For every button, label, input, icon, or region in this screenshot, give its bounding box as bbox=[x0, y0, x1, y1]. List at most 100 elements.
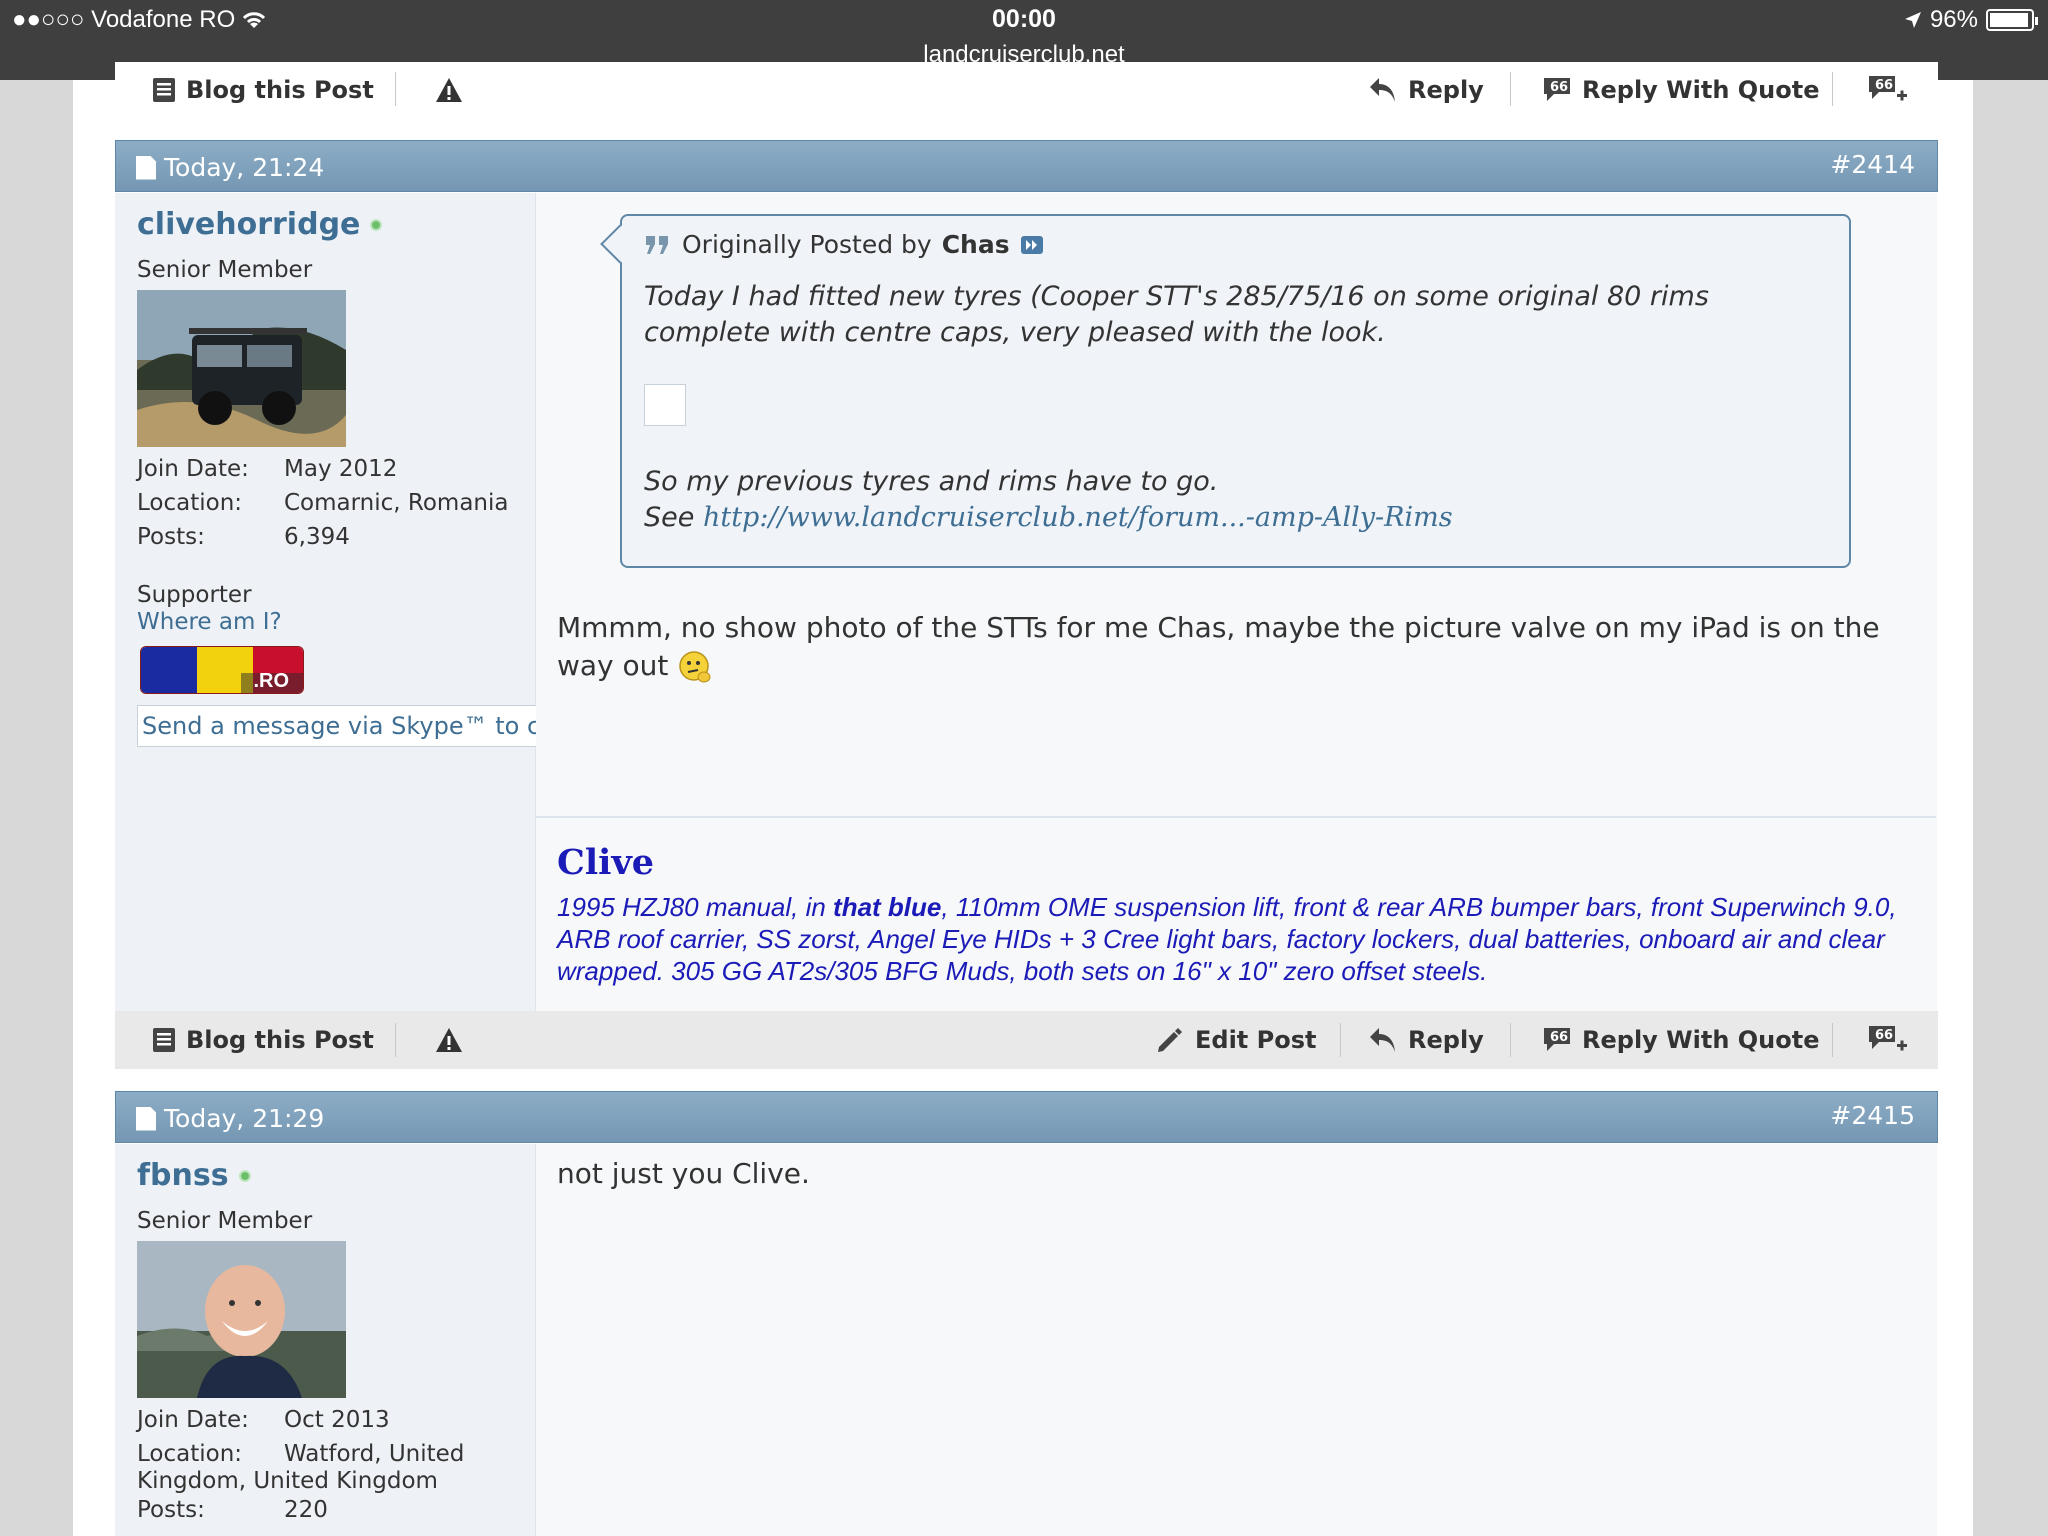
quote-line-3: So my previous tyres and rims have to go… bbox=[644, 466, 1219, 497]
quote-marks-icon bbox=[646, 235, 668, 254]
username-link[interactable]: fbnss bbox=[137, 1158, 251, 1193]
thinking-smiley-icon bbox=[679, 651, 711, 683]
location-value: Comarnic, Romania bbox=[284, 490, 509, 516]
supporter-label: Supporter bbox=[137, 582, 252, 608]
multi-quote-icon: 66 bbox=[1869, 1026, 1907, 1051]
username-text: clivehorridge bbox=[137, 207, 361, 242]
blog-post-label: Blog this Post bbox=[186, 76, 374, 104]
join-date-value: Oct 2013 bbox=[284, 1407, 390, 1433]
warning-icon bbox=[436, 78, 462, 102]
join-date-value: May 2012 bbox=[284, 456, 398, 482]
reply-with-quote-button[interactable]: 66 Reply With Quote bbox=[1542, 1011, 1820, 1069]
quote-see-label: See bbox=[644, 502, 695, 533]
reply-icon bbox=[1370, 78, 1395, 102]
reply-label: Reply bbox=[1408, 76, 1484, 104]
post-message: Mmmm, no show photo of the STTs for me C… bbox=[557, 609, 1937, 685]
quote-text-1: Today I had fitted new tyres (Cooper STT… bbox=[644, 279, 1834, 351]
multi-quote-icon: 66 bbox=[1869, 76, 1907, 101]
blog-icon bbox=[153, 78, 175, 102]
battery-percent: 96% bbox=[1929, 6, 1978, 33]
post-message: not just you Clive. bbox=[557, 1157, 810, 1190]
post-content-pane bbox=[536, 1144, 1937, 1536]
reply-icon bbox=[1370, 1028, 1395, 1052]
reply-button[interactable]: Reply bbox=[1368, 1011, 1484, 1069]
location-value-continued: Kingdom, United Kingdom bbox=[137, 1468, 438, 1494]
post-doc-icon bbox=[136, 155, 156, 180]
where-am-i-link[interactable]: Where am I? bbox=[137, 609, 282, 636]
user-title: Senior Member bbox=[137, 257, 313, 283]
clock: 00:00 bbox=[992, 5, 1056, 33]
location-label: Location: bbox=[137, 490, 243, 516]
posts-label: Posts: bbox=[137, 524, 205, 550]
romania-flag-badge: .RO bbox=[140, 646, 304, 694]
reply-with-quote-label: Reply With Quote bbox=[1582, 76, 1820, 104]
quote-line-1: Today I had fitted new tyres (Cooper STT… bbox=[644, 281, 1709, 312]
edit-post-button[interactable]: Edit Post bbox=[1155, 1011, 1316, 1069]
svg-text:66: 66 bbox=[1875, 1028, 1893, 1043]
online-status-icon bbox=[238, 1169, 251, 1182]
post-toolbar: Blog this Post Edit Post Reply 66 Reply … bbox=[115, 1011, 1938, 1069]
quote-line-2: complete with centre caps, very pleased … bbox=[644, 317, 1386, 348]
quote-bubble-icon: 66 bbox=[1544, 78, 1570, 101]
reply-with-quote-button[interactable]: 66 Reply With Quote bbox=[1542, 61, 1820, 119]
quote-url-link[interactable]: http://www.landcruiserclub.net/forum...-… bbox=[703, 502, 1453, 533]
battery-icon bbox=[1986, 9, 2038, 31]
signature-text: 1995 HZJ80 manual, in that blue, 110mm O… bbox=[557, 891, 1927, 987]
report-post-button[interactable] bbox=[435, 1011, 463, 1069]
join-date-label: Join Date: bbox=[137, 456, 249, 482]
signature-pre: 1995 HZJ80 manual, in bbox=[557, 892, 834, 922]
user-avatar[interactable] bbox=[137, 290, 346, 447]
signature-name: Clive bbox=[557, 842, 655, 883]
reply-label: Reply bbox=[1408, 1026, 1484, 1054]
location-arrow-icon bbox=[1904, 12, 1921, 28]
user-info-pane: fbnss Senior Member Join Date: Oct 2013 L… bbox=[115, 1144, 536, 1536]
blog-post-button[interactable]: Blog this Post bbox=[152, 61, 374, 119]
user-info-pane: clivehorridge Senior Member Join Date: Ma… bbox=[115, 193, 536, 1011]
post-date-text: Today, 21:24 bbox=[164, 153, 325, 182]
status-right: 96% bbox=[1904, 6, 2038, 34]
quote-text-2: So my previous tyres and rims have to go… bbox=[644, 464, 1834, 536]
report-post-button[interactable] bbox=[435, 61, 463, 119]
posts-value: 6,394 bbox=[284, 524, 350, 550]
posts-label: Posts: bbox=[137, 1497, 205, 1523]
reply-button[interactable]: Reply bbox=[1368, 61, 1484, 119]
broken-image-placeholder bbox=[644, 384, 686, 426]
supporter-block: Supporter Where am I? bbox=[137, 582, 282, 636]
posts-value: 220 bbox=[284, 1497, 328, 1523]
multi-quote-button[interactable]: 66 bbox=[1867, 61, 1909, 119]
user-details: Join Date: Oct 2013 Location: Watford, Uni… bbox=[137, 1403, 464, 1527]
quote-bubble-icon: 66 bbox=[1544, 1028, 1570, 1051]
quote-see-line: See http://www.landcruiserclub.net/forum… bbox=[644, 500, 1834, 536]
user-title: Senior Member bbox=[137, 1208, 313, 1234]
multi-quote-button[interactable]: 66 bbox=[1867, 1011, 1909, 1069]
svg-text:66: 66 bbox=[1875, 78, 1893, 93]
post-date: Today, 21:24 bbox=[136, 153, 324, 182]
pencil-icon bbox=[1158, 1028, 1182, 1052]
post-toolbar-previous: Blog this Post Reply 66 Reply With Quote… bbox=[115, 62, 1938, 118]
quote-block: Originally Posted by Chas Today I had fi… bbox=[620, 214, 1851, 568]
location-label: Location: bbox=[137, 1441, 243, 1467]
svg-text:66: 66 bbox=[1550, 1030, 1568, 1045]
location-value: Watford, United bbox=[284, 1441, 465, 1467]
signature-divider bbox=[536, 816, 1936, 818]
svg-text:66: 66 bbox=[1550, 80, 1568, 95]
online-status-icon bbox=[370, 218, 383, 231]
username-link[interactable]: clivehorridge bbox=[137, 207, 383, 242]
blog-post-button[interactable]: Blog this Post bbox=[152, 1011, 374, 1069]
post-header: Today, 21:29 #2415 bbox=[115, 1091, 1938, 1143]
quote-author: Chas bbox=[941, 230, 1010, 259]
post-number-link[interactable]: #2414 bbox=[1830, 150, 1915, 179]
post-doc-icon bbox=[136, 1106, 156, 1131]
username-text: fbnss bbox=[137, 1158, 229, 1193]
post-date-text: Today, 21:29 bbox=[164, 1104, 325, 1133]
user-avatar[interactable] bbox=[137, 1241, 346, 1398]
reply-with-quote-label: Reply With Quote bbox=[1582, 1026, 1820, 1054]
blog-icon bbox=[153, 1028, 175, 1052]
quote-header: Originally Posted by Chas bbox=[644, 230, 1044, 259]
signature-bold: that blue bbox=[833, 892, 942, 922]
user-details: Join Date: May 2012 Location: Comarnic, Ro… bbox=[137, 452, 509, 554]
edit-post-label: Edit Post bbox=[1195, 1026, 1317, 1054]
post-number-link[interactable]: #2415 bbox=[1830, 1101, 1915, 1130]
view-post-icon[interactable] bbox=[1020, 235, 1044, 255]
post-header: Today, 21:24 #2414 bbox=[115, 140, 1938, 192]
